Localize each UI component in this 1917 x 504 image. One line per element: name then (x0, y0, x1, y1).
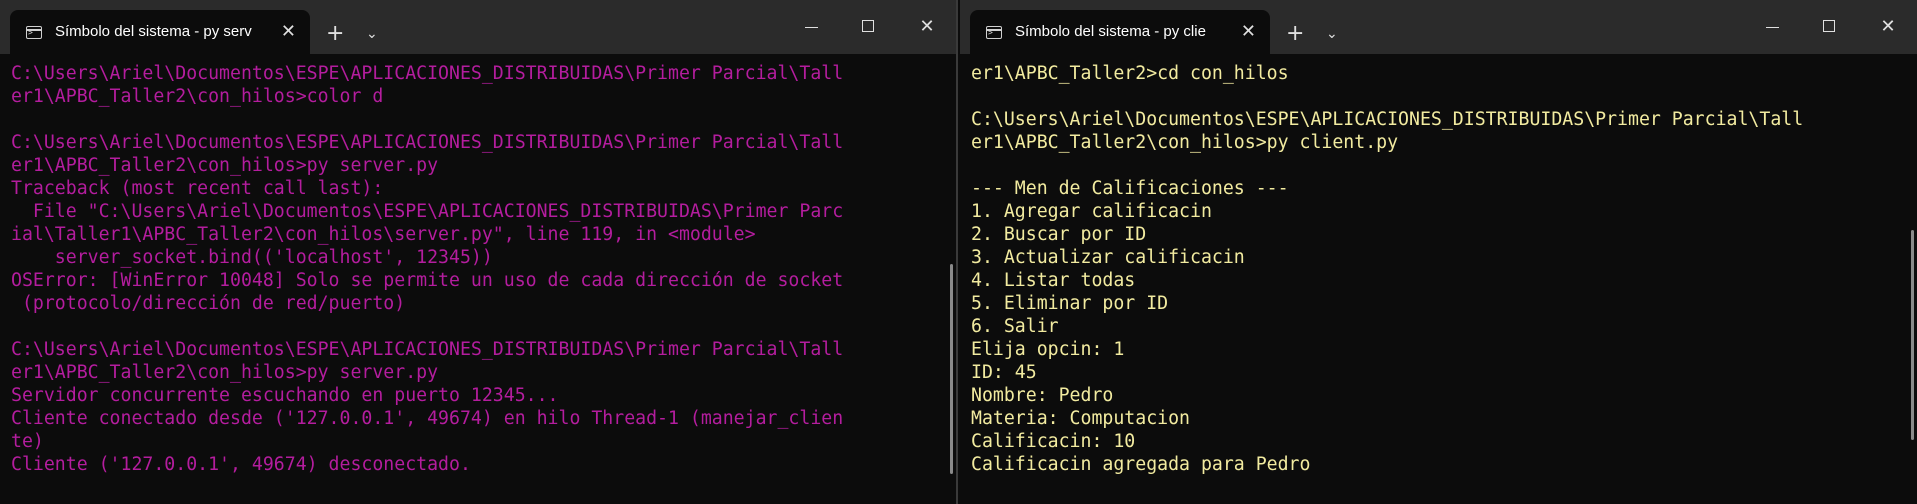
scrollbar-thumb[interactable] (950, 264, 953, 474)
console-line: 4. Listar todas (971, 270, 1136, 291)
console-line: OSError: [WinError 10048] Solo se permit… (11, 270, 844, 291)
console-line: 5. Eliminar por ID (971, 293, 1169, 314)
console-line: Traceback (most recent call last): (11, 178, 384, 199)
console-line: C:\Users\Ariel\Documentos\ESPE\APLICACIO… (11, 339, 844, 360)
console-line: 2. Buscar por ID (971, 224, 1147, 245)
tab-server[interactable]: Símbolo del sistema - py serv ✕ (10, 10, 310, 54)
console-line: File "C:\Users\Ariel\Documentos\ESPE\APL… (11, 201, 844, 222)
console-line: er1\APBC_Taller2\con_hilos>color d (11, 86, 384, 107)
console-line: Elija opcin: 1 (971, 339, 1125, 360)
console-line: Cliente conectado desde ('127.0.0.1', 49… (11, 408, 844, 429)
console-line: Materia: Computacion (971, 408, 1190, 429)
console-line: C:\Users\Ariel\Documentos\ESPE\APLICACIO… (971, 109, 1804, 130)
new-tab-button[interactable]: + (1286, 12, 1304, 56)
console-line: ​ (11, 315, 940, 338)
console-output[interactable]: er1\APBC_Taller2>cd con_hilos​C:\Users\A… (971, 62, 1901, 504)
console-line: server_socket.bind(('localhost', 12345)) (11, 247, 493, 268)
tab-client[interactable]: Símbolo del sistema - py clie ✕ (970, 10, 1270, 54)
console-line: 1. Agregar calificacin (971, 201, 1212, 222)
maximize-button[interactable] (840, 0, 898, 54)
console-line: Cliente ('127.0.0.1', 49674) desconectad… (11, 454, 471, 475)
new-tab-button[interactable]: + (326, 12, 344, 56)
console-line: ​ (11, 108, 940, 131)
console-line: te) (11, 431, 44, 452)
console-line: er1\APBC_Taller2\con_hilos>py client.py (971, 132, 1399, 153)
chevron-down-icon[interactable]: ⌄ (366, 12, 378, 56)
tab-title: Símbolo del sistema - py serv (55, 23, 252, 40)
close-button[interactable]: ✕ (1859, 0, 1917, 54)
tab-close-icon[interactable]: ✕ (281, 10, 296, 54)
console-line: ID: 45 (971, 362, 1037, 383)
console-output[interactable]: C:\Users\Ariel\Documentos\ESPE\APLICACIO… (11, 62, 940, 504)
console-line: er1\APBC_Taller2>cd con_hilos (971, 63, 1289, 84)
console-line: C:\Users\Ariel\Documentos\ESPE\APLICACIO… (11, 63, 844, 84)
console-line: Nombre: Pedro (971, 385, 1114, 406)
title-bar[interactable]: Símbolo del sistema - py serv ✕ + ⌄ ✕ (0, 0, 956, 54)
window-controls: ✕ (1743, 0, 1917, 54)
console-line: ​ (971, 85, 1901, 108)
console-line: ​ (971, 154, 1901, 177)
minimize-button[interactable] (782, 0, 840, 54)
scrollbar-thumb[interactable] (1911, 230, 1914, 440)
title-bar[interactable]: Símbolo del sistema - py clie ✕ + ⌄ ✕ (960, 0, 1917, 54)
console-line: Calificacin: 10 (971, 431, 1136, 452)
terminal-window-server[interactable]: Símbolo del sistema - py serv ✕ + ⌄ ✕ C:… (0, 0, 958, 504)
console-line: --- Men de Calificaciones --- (971, 178, 1289, 199)
window-controls: ✕ (782, 0, 956, 54)
terminal-icon (26, 26, 42, 39)
terminal-icon (986, 26, 1002, 39)
console-line: Servidor concurrente escuchando en puert… (11, 385, 559, 406)
console-line: C:\Users\Ariel\Documentos\ESPE\APLICACIO… (11, 132, 844, 153)
tab-title: Símbolo del sistema - py clie (1015, 23, 1206, 40)
console-line: (protocolo/dirección de red/puerto) (11, 293, 406, 314)
chevron-down-icon[interactable]: ⌄ (1326, 12, 1338, 56)
minimize-button[interactable] (1743, 0, 1801, 54)
console-line: er1\APBC_Taller2\con_hilos>py server.py (11, 155, 439, 176)
close-button[interactable]: ✕ (898, 0, 956, 54)
maximize-button[interactable] (1801, 0, 1859, 54)
tab-close-icon[interactable]: ✕ (1241, 10, 1256, 54)
console-line: er1\APBC_Taller2\con_hilos>py server.py (11, 362, 439, 383)
console-line: 6. Salir (971, 316, 1059, 337)
console-line: 3. Actualizar calificacin (971, 247, 1245, 268)
console-line: ial\Taller1\APBC_Taller2\con_hilos\serve… (11, 224, 756, 245)
terminal-window-client[interactable]: Símbolo del sistema - py clie ✕ + ⌄ ✕ er… (960, 0, 1917, 504)
console-line: Calificacin agregada para Pedro (971, 454, 1311, 475)
